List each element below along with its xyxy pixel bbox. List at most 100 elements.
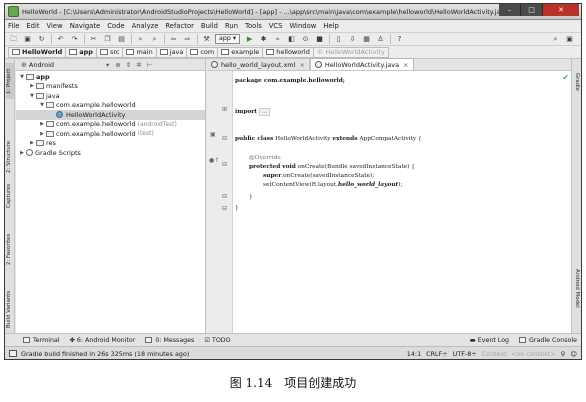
breadcrumb-helloworld[interactable]: helloworld: [263, 46, 314, 58]
gear-icon[interactable]: ✲: [136, 61, 141, 69]
fold-marker-icon[interactable]: ⊟: [222, 205, 227, 212]
file-encoding[interactable]: UTF-8÷: [453, 350, 477, 358]
fold-marker-icon[interactable]: ⊟: [222, 193, 227, 200]
run-icon[interactable]: ▶: [244, 34, 255, 44]
collapse-arrow-icon[interactable]: ▶: [38, 131, 46, 137]
stop-icon[interactable]: ■: [314, 34, 325, 44]
maximize-button[interactable]: □: [521, 4, 543, 16]
attach-debugger-icon[interactable]: ⌁: [272, 34, 283, 44]
tool-todo[interactable]: ☑ TODO: [204, 337, 230, 344]
event-panel-icon[interactable]: ▣: [564, 34, 575, 44]
sdk-manager-icon[interactable]: ⇩: [347, 34, 358, 44]
scroll-from-source-icon[interactable]: ⊕: [115, 61, 120, 69]
hide-panel-icon[interactable]: ⊢: [147, 61, 153, 69]
fold-marker-icon[interactable]: ⊟: [222, 161, 227, 168]
tab-android-model[interactable]: Android Model: [572, 269, 580, 329]
tab-structure[interactable]: 2: Structure: [6, 137, 14, 177]
tab-gradle[interactable]: Gradle: [572, 73, 580, 103]
run-config-select[interactable]: app ▾: [215, 34, 241, 44]
breadcrumb-example[interactable]: example: [218, 46, 264, 58]
project-structure-icon[interactable]: ▦: [361, 34, 372, 44]
project-view-select[interactable]: Android: [29, 61, 54, 69]
profile-icon[interactable]: ⊙: [300, 34, 311, 44]
tool-messages[interactable]: 0: Messages: [145, 337, 194, 344]
menu-help[interactable]: Help: [323, 22, 339, 30]
inspector-icon[interactable]: ☺: [570, 350, 577, 358]
menu-tools[interactable]: Tools: [245, 22, 262, 30]
tab-favorites[interactable]: 2: Favorites: [6, 229, 14, 269]
breadcrumb-src[interactable]: src: [96, 46, 124, 58]
forward-icon[interactable]: ⇨: [182, 34, 193, 44]
copy-icon[interactable]: ❐: [102, 34, 113, 44]
breadcrumb-app[interactable]: app: [66, 46, 97, 58]
collapse-arrow-icon[interactable]: ▶: [38, 121, 46, 127]
breadcrumb-project[interactable]: HelloWorld: [8, 46, 67, 58]
undo-icon[interactable]: ↶: [55, 34, 66, 44]
collapse-arrow-icon[interactable]: ▶: [18, 150, 26, 156]
tool-gradle-console[interactable]: Gradle Console: [519, 337, 577, 344]
expand-arrow-icon[interactable]: ▼: [38, 102, 46, 108]
tree-node-res[interactable]: ▶ res: [16, 139, 205, 149]
breadcrumb-java[interactable]: java: [156, 46, 188, 58]
breadcrumb-com[interactable]: com: [187, 46, 219, 58]
back-icon[interactable]: ⇦: [168, 34, 179, 44]
android-monitor-icon[interactable]: ♙: [375, 34, 386, 44]
menu-analyze[interactable]: Analyze: [132, 22, 159, 30]
cut-icon[interactable]: ✂: [88, 34, 99, 44]
tree-node-gradle-scripts[interactable]: ▶ Gradle Scripts: [16, 148, 205, 158]
menu-build[interactable]: Build: [201, 22, 218, 30]
menu-edit[interactable]: Edit: [26, 22, 39, 30]
tab-build-variants[interactable]: Build Variants: [6, 287, 14, 331]
line-separator[interactable]: CRLF÷: [426, 350, 448, 358]
tab-captures[interactable]: Captures: [6, 181, 14, 211]
menu-view[interactable]: View: [47, 22, 63, 30]
menu-window[interactable]: Window: [289, 22, 316, 30]
tab-layout-xml[interactable]: hello_world_layout.xml ×: [207, 59, 310, 70]
find-icon[interactable]: ⌕: [135, 34, 146, 44]
breadcrumb-activity[interactable]: © HelloWorldActivity: [313, 46, 389, 58]
caret-position[interactable]: 14:1: [407, 350, 421, 358]
collapse-arrow-icon[interactable]: ▶: [28, 83, 36, 89]
menu-refactor[interactable]: Refactor: [165, 22, 194, 30]
tool-event-log[interactable]: ▬ Event Log: [470, 337, 509, 344]
open-folder-icon[interactable]: 🗀: [8, 34, 19, 44]
menu-vcs[interactable]: VCS: [269, 22, 283, 30]
tool-terminal[interactable]: Terminal: [23, 337, 60, 344]
minimize-button[interactable]: –: [499, 4, 521, 16]
expand-arrow-icon[interactable]: ▼: [18, 74, 26, 80]
menu-navigate[interactable]: Navigate: [70, 22, 101, 30]
collapse-all-icon[interactable]: ⇕: [126, 61, 131, 69]
status-message[interactable]: Gradle build finished in 26s 325ms (18 m…: [21, 350, 189, 358]
tool-android-monitor[interactable]: ✤ 6: Android Monitor: [70, 337, 136, 344]
save-icon[interactable]: ▣: [22, 34, 33, 44]
tree-node-manifests[interactable]: ▶ manifests: [16, 82, 205, 92]
debug-icon[interactable]: ✱: [258, 34, 269, 44]
tree-node-java[interactable]: ▼ java: [16, 91, 205, 101]
collapse-arrow-icon[interactable]: ▶: [28, 140, 36, 146]
folded-imports[interactable]: ...: [258, 108, 271, 116]
tree-node-helloworldactivity[interactable]: HelloWorldActivity: [16, 110, 205, 120]
make-project-icon[interactable]: ⚒: [201, 34, 212, 44]
expand-arrow-icon[interactable]: ▼: [28, 93, 36, 99]
tree-node-package-main[interactable]: ▼ com.example.helloworld: [16, 101, 205, 111]
tab-project[interactable]: 1: Project: [6, 63, 14, 99]
lock-icon[interactable]: ⚲: [561, 350, 566, 358]
coverage-icon[interactable]: ◧: [286, 34, 297, 44]
sync-icon[interactable]: ↻: [36, 34, 47, 44]
fold-marker-icon[interactable]: ⊟: [222, 135, 227, 142]
close-tab-icon[interactable]: ×: [299, 61, 304, 69]
chevron-down-icon[interactable]: ▾: [106, 61, 109, 69]
fold-marker-icon[interactable]: ⊞: [222, 106, 227, 113]
context-indicator[interactable]: Context: <no context>: [482, 350, 556, 358]
tool-windows-toggle-icon[interactable]: [9, 350, 17, 357]
menu-code[interactable]: Code: [107, 22, 124, 30]
close-tab-icon[interactable]: ×: [403, 61, 408, 69]
tree-node-package-androidtest[interactable]: ▶ com.example.helloworld (androidTest): [16, 120, 205, 130]
override-gutter-icon[interactable]: ●↑: [209, 157, 219, 164]
menu-file[interactable]: File: [8, 22, 19, 30]
breadcrumb-main[interactable]: main: [123, 46, 157, 58]
redo-icon[interactable]: ↷: [69, 34, 80, 44]
close-button[interactable]: ✕: [543, 4, 579, 16]
tab-activity-java[interactable]: HelloWorldActivity.java ×: [309, 58, 414, 70]
tree-node-app[interactable]: ▼ app: [16, 72, 205, 82]
